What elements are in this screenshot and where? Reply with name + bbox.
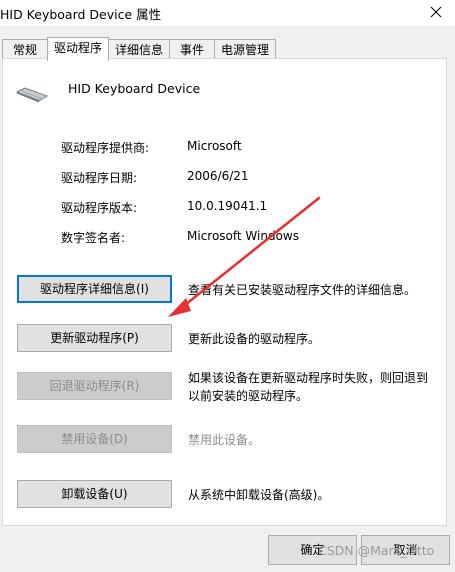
disable-device-description: 禁用此设备。 (188, 433, 261, 447)
device-name: HID Keyboard Device (68, 81, 201, 96)
update-driver-description: 更新此设备的驱动程序。 (188, 332, 321, 346)
uninstall-device-button[interactable]: 卸载设备(U) (17, 480, 172, 508)
title-bar: HID Keyboard Device 属性 (0, 0, 455, 26)
uninstall-device-description: 从系统中卸载设备(高级)。 (188, 488, 330, 502)
driver-version-label: 驱动程序版本: (61, 201, 138, 215)
driver-details-description: 查看有关已安装驱动程序文件的详细信息。 (188, 283, 417, 297)
digital-signer-value: Microsoft Windows (187, 229, 299, 243)
driver-details-button[interactable]: 驱动程序详细信息(I) (17, 275, 172, 303)
tab-events[interactable]: 事件 (169, 39, 215, 59)
window-title: HID Keyboard Device 属性 (0, 7, 162, 22)
roll-back-driver-description-line2: 以前安装的驱动程序。 (188, 389, 309, 403)
disable-device-button[interactable]: 禁用设备(D) (17, 425, 172, 453)
tab-driver[interactable]: 驱动程序 (47, 37, 109, 61)
digital-signer-label: 数字签名者: (61, 231, 126, 245)
driver-provider-value: Microsoft (187, 139, 242, 153)
watermark: CSDN @Marx_Otto (318, 543, 435, 558)
tab-strip: 常规 驱动程序 详细信息 事件 电源管理 (0, 37, 455, 61)
driver-date-value: 2006/6/21 (187, 169, 249, 183)
tab-power-management[interactable]: 电源管理 (214, 39, 276, 59)
tab-details[interactable]: 详细信息 (108, 39, 170, 59)
close-button[interactable] (418, 0, 455, 26)
driver-date-label: 驱动程序日期: (61, 171, 138, 185)
driver-provider-label: 驱动程序提供商: (61, 141, 150, 155)
driver-version-value: 10.0.19041.1 (187, 199, 268, 213)
update-driver-button[interactable]: 更新驱动程序(P) (17, 324, 172, 352)
roll-back-driver-button[interactable]: 回退驱动程序(R) (17, 372, 172, 400)
close-icon (430, 6, 442, 18)
keyboard-icon (15, 87, 49, 106)
tab-general[interactable]: 常规 (2, 39, 48, 59)
roll-back-driver-description-line1: 如果该设备在更新驱动程序时失败，则回退到 (188, 371, 429, 385)
